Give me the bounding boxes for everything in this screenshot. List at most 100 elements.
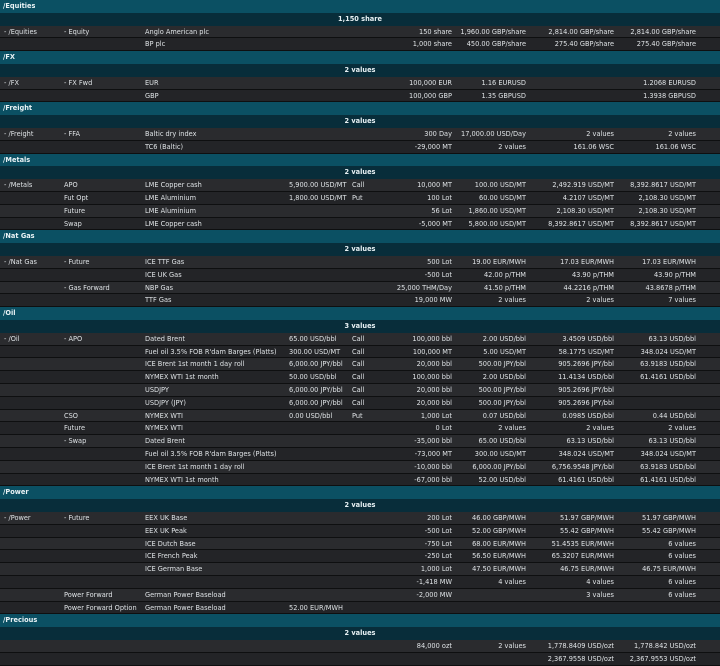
section-header-equities[interactable]: /Equities [0, 0, 720, 13]
cell-quantity: -250 Lot [424, 552, 452, 561]
table-row[interactable]: - Swap Dated Brent -35,000 bbl 65.00 USD/bb… [0, 435, 720, 448]
table-row[interactable]: ICE German Base 1,000 Lot 47.50 EUR/MWH 46.… [0, 563, 720, 576]
section-header-metals[interactable]: /Metals [0, 153, 720, 167]
cell-price: 1,860.00 USD/MT [468, 206, 527, 215]
table-row[interactable]: ICE Dutch Base -750 Lot 68.00 EUR/MWH 51.45… [0, 537, 720, 551]
cell-value-b: 1,778.842 USD/ozt [633, 642, 696, 650]
cell-price: 65.00 USD/bbl [478, 437, 527, 446]
cell-quantity: 500 Lot [427, 258, 452, 266]
cell-quantity: 84,000 ozt [416, 642, 452, 650]
cell-quantity: 19,000 MW [414, 296, 452, 305]
cell-instrument: ICE UK Gas [145, 270, 182, 279]
table-row[interactable]: ICE UK Gas -500 Lot 42.00 p/THM 43.90 p/THM… [0, 268, 720, 282]
section-header-natgas[interactable]: /Nat Gas [0, 230, 720, 244]
table-row[interactable]: Future NYMEX WTI 0 Lot 2 values 2 values 2 va… [0, 422, 720, 436]
portfolio-grid: -1,000 Lot34.00 EUR/MT37.99 EUR/MT37.99 … [0, 0, 720, 666]
cell-type: - Future [64, 514, 90, 522]
section-title: /Equities [3, 2, 36, 10]
table-row[interactable]: ICE French Peak -250 Lot 56.50 EUR/MWH 65.3… [0, 550, 720, 564]
cell-type: APO [64, 181, 78, 190]
cell-value-b: 51.97 GBP/MWH [642, 514, 696, 522]
cell-value-a: 61.4161 USD/bbl [558, 475, 614, 484]
table-row[interactable]: - /Oil - APO Dated Brent 65.00 USD/bbl Call 1… [0, 332, 720, 346]
table-row[interactable]: NYMEX WTI 1st month 50.00 USD/bbl Call 100,… [0, 371, 720, 384]
cell-value-a: 65.3207 EUR/MWH [551, 552, 614, 561]
section-header-power[interactable]: /Power [0, 486, 720, 500]
table-row[interactable]: Fuel oil 3.5% FOB R'dam Barges (Platts) -… [0, 448, 720, 461]
cell-price: 41.50 p/THM [483, 283, 526, 292]
section-header-precious[interactable]: /Precious [0, 614, 720, 628]
cell-price: 5.00 USD/MT [483, 347, 526, 356]
cell-portfolio: - /Power [4, 514, 31, 522]
table-row[interactable]: EEX UK Peak -500 Lot 52.00 GBP/MWH 55.42 GB… [0, 524, 720, 538]
table-row[interactable]: CSO NYMEX WTI 0.00 USD/bbl Put 1,000 Lot 0.07… [0, 409, 720, 423]
section-summary-row: 2 values [0, 115, 720, 128]
table-row[interactable]: Power Forward Option German Power Baseloa… [0, 601, 720, 615]
cell-price: 17,000.00 USD/Day [461, 130, 526, 138]
cell-price: 1,960.00 GBP/share [460, 27, 526, 36]
cell-quantity: 10,000 MT [417, 181, 452, 190]
table-row[interactable]: -1,418 MW 4 values 4 values 6 values [0, 576, 720, 589]
cell-instrument: ICE Brent 1st month 1 day roll [145, 462, 245, 471]
cell-quantity: 20,000 bbl [416, 398, 452, 407]
cell-value-b: 161.06 WSC [655, 142, 696, 151]
cell-instrument: GBP [145, 91, 159, 100]
table-row[interactable]: BP plc 1,000 share 450.00 GBP/share 275.40 … [0, 38, 720, 52]
table-row[interactable]: TC6 (Baltic) -29,000 MT 2 values 161.06 WSC… [0, 140, 720, 154]
cell-value-b: 275.40 GBP/share [636, 40, 696, 49]
section-header-oil[interactable]: /Oil [0, 307, 720, 320]
table-row[interactable]: USDJPY 6,000.00 JPY/bbl Call 20,000 bbl 500.… [0, 384, 720, 397]
table-row[interactable]: - /Metals APO LME Copper cash 5,900.00 USD/… [0, 179, 720, 192]
cell-instrument: German Power Baseload [145, 590, 226, 599]
table-row[interactable]: - Gas Forward NBP Gas 25,000 THM/Day 41.50 … [0, 281, 720, 295]
section-header-fx[interactable]: /FX [0, 51, 720, 64]
cell-price: 2.00 USD/bbl [482, 334, 526, 343]
table-row[interactable]: - /FX - FX Fwd EUR 100,000 EUR 1.16 EURUSD 1.… [0, 76, 720, 90]
table-row[interactable]: NYMEX WTI 1st month -67,000 bbl 52.00 USD/… [0, 473, 720, 487]
table-row[interactable]: - /Nat Gas - Future ICE TTF Gas 500 Lot 19.0… [0, 256, 720, 269]
table-row[interactable]: Fuel oil 3.5% FOB R'dam Barges (Platts) 3… [0, 345, 720, 359]
cell-value-b: 2 values [668, 424, 696, 433]
cell-type: - FX Fwd [64, 78, 93, 87]
section-title: /Metals [3, 155, 31, 164]
cell-instrument: NYMEX WTI [145, 411, 183, 420]
cell-instrument: USDJPY [145, 386, 169, 394]
table-row[interactable]: ICE Brent 1st month 1 day roll -10,000 bb… [0, 460, 720, 474]
cell-portfolio: - /Metals [4, 181, 33, 190]
cell-type: Power Forward Option [64, 603, 137, 612]
summary-value: 2 values [344, 168, 376, 177]
table-row[interactable]: - /Freight - FFA Baltic dry index 300 Day 17… [0, 128, 720, 141]
cell-value-b: 63.9183 USD/bbl [640, 360, 696, 369]
table-row[interactable]: Fut Opt LME Aluminium 1,800.00 USD/MT Put 10… [0, 192, 720, 205]
table-row[interactable]: USDJPY (JPY) 6,000.00 JPY/bbl Call 20,000 b… [0, 396, 720, 410]
table-row[interactable]: 2,367.9558 USD/ozt 2,367.9553 USD/ozt [0, 652, 720, 666]
cell-strike: 6,000.00 JPY/bbl [289, 398, 343, 407]
cell-strike: 65.00 USD/bbl [289, 334, 337, 343]
cell-type: Fut Opt [64, 194, 89, 202]
cell-call-put: Call [352, 334, 365, 343]
table-row[interactable]: 84,000 ozt 2 values 1,778.8409 USD/ozt 1,77… [0, 640, 720, 653]
table-row[interactable]: - /Power - Future EEX UK Base 200 Lot 46.00 … [0, 512, 720, 525]
cell-quantity: 150 share [419, 27, 452, 36]
table-row[interactable]: TTF Gas 19,000 MW 2 values 2 values 7 values [0, 294, 720, 308]
section-header-freight[interactable]: /Freight [0, 102, 720, 116]
cell-strike: 300.00 USD/MT [289, 347, 341, 356]
cell-price: 42.00 p/THM [483, 270, 526, 279]
table-row[interactable]: - /Equities - Equity Anglo American plc 150… [0, 25, 720, 39]
table-row[interactable]: GBP 100,000 GBP 1.35 GBPUSD 1.3938 GBPUSD [0, 89, 720, 103]
table-row[interactable]: Power Forward German Power Baseload -2,000… [0, 588, 720, 602]
section-title: /Nat Gas [3, 232, 35, 241]
table-row[interactable]: ICE Brent 1st month 1 day roll 6,000.00 J… [0, 358, 720, 372]
cell-call-put: Call [352, 373, 365, 382]
cell-value-a: 2,814.00 GBP/share [548, 27, 614, 36]
cell-value-b: 348.024 USD/MT [640, 347, 696, 356]
cell-value-a: 2,492.919 USD/MT [552, 181, 614, 190]
cell-instrument: Baltic dry index [145, 130, 197, 138]
cell-quantity: 100,000 GBP [409, 91, 452, 100]
cell-strike: 1,800.00 USD/MT [289, 194, 347, 202]
table-row[interactable]: Future LME Aluminium 56 Lot 1,860.00 USD/MT… [0, 204, 720, 218]
table-row[interactable]: Swap LME Copper cash -5,000 MT 5,800.00 USD… [0, 217, 720, 231]
cell-price: 46.00 GBP/MWH [472, 514, 526, 522]
cell-instrument: LME Copper cash [145, 181, 202, 190]
cell-value-a: 3.4509 USD/bbl [562, 334, 614, 343]
